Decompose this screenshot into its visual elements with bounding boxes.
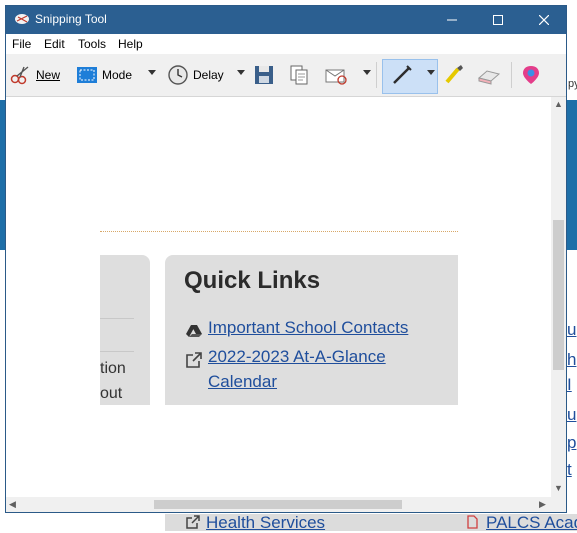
minimize-button[interactable]: [429, 6, 475, 34]
scroll-left-arrow-icon[interactable]: ◀: [9, 499, 16, 510]
send-dropdown-arrow[interactable]: [363, 70, 371, 75]
clock-icon: [168, 65, 188, 85]
minimize-icon: [447, 19, 457, 21]
scissors-icon: [10, 66, 29, 85]
toolbar-separator: [511, 62, 512, 88]
menu-bar: File Edit Tools Help: [6, 34, 566, 54]
card-rule: [100, 318, 134, 319]
pen-button[interactable]: [391, 62, 413, 88]
menu-edit[interactable]: Edit: [44, 37, 65, 51]
quick-link-calendar[interactable]: Calendar: [208, 372, 277, 392]
vertical-scroll-thumb[interactable]: [553, 220, 564, 370]
new-label: New: [36, 68, 61, 82]
mode-dropdown-arrow[interactable]: [148, 70, 156, 75]
snip-capture-area: tion out Quick Links Important School Co…: [6, 97, 551, 497]
pen-icon: [393, 65, 412, 84]
pdf-icon: [467, 515, 478, 529]
maximize-icon: [493, 15, 503, 25]
delay-label: Delay: [193, 68, 224, 82]
card-rule: [100, 351, 134, 352]
google-drive-icon: [186, 325, 202, 337]
copy-button[interactable]: [289, 62, 309, 88]
maximize-button[interactable]: [475, 6, 521, 34]
background-text-fragment: py: [568, 78, 577, 90]
toolbar: New Mode Delay: [6, 54, 566, 97]
divider-line: [100, 231, 458, 232]
menu-file[interactable]: File: [12, 37, 31, 51]
title-bar[interactable]: Snipping Tool: [6, 6, 566, 34]
highlighter-icon: [445, 65, 463, 84]
send-email-icon: [325, 69, 347, 85]
toolbar-separator: [376, 62, 377, 88]
window-title: Snipping Tool: [35, 12, 107, 26]
copy-icon: [290, 65, 308, 85]
highlighter-button[interactable]: [443, 62, 465, 88]
background-page-banner-right: [567, 100, 577, 250]
scroll-up-arrow-icon[interactable]: ▲: [554, 99, 563, 109]
new-snip-button[interactable]: New: [10, 62, 60, 88]
delay-button[interactable]: Delay: [167, 62, 224, 88]
paint-3d-icon: [523, 66, 539, 84]
menu-tools[interactable]: Tools: [78, 37, 106, 51]
card-text-line: out: [100, 385, 123, 402]
scroll-right-arrow-icon[interactable]: ▶: [539, 499, 546, 510]
save-icon: [255, 66, 273, 84]
close-button[interactable]: [521, 6, 567, 34]
background-link-health-services[interactable]: Health Services: [186, 513, 325, 533]
send-snip-button[interactable]: [324, 62, 348, 88]
close-icon: [539, 15, 549, 25]
snipping-tool-window: Snipping Tool File Edit Tools Help New M…: [5, 5, 567, 513]
save-button[interactable]: [254, 62, 274, 88]
external-link-icon: [186, 515, 200, 529]
background-link-palcs[interactable]: PALCS Acad: [466, 513, 577, 533]
quick-links-title: Quick Links: [184, 267, 321, 294]
vertical-scrollbar[interactable]: ▲ ▼: [551, 97, 566, 497]
scrollbar-corner: [551, 497, 566, 512]
horizontal-scroll-thumb[interactable]: [154, 500, 402, 509]
eraser-button[interactable]: [477, 62, 501, 88]
horizontal-scrollbar[interactable]: ◀ ▶: [6, 497, 551, 512]
paint-3d-button[interactable]: [521, 62, 541, 88]
eraser-icon: [477, 70, 501, 85]
external-link-icon: [186, 352, 202, 368]
quick-link-important-contacts[interactable]: Important School Contacts: [208, 318, 408, 338]
pen-dropdown-arrow[interactable]: [427, 70, 435, 75]
scroll-down-arrow-icon[interactable]: ▼: [554, 483, 563, 493]
mode-label: Mode: [102, 68, 133, 82]
scissors-app-icon: [15, 14, 29, 24]
delay-dropdown-arrow[interactable]: [237, 70, 245, 75]
left-info-card: tion out: [100, 255, 150, 405]
rectangle-snip-icon: [77, 67, 97, 83]
menu-help[interactable]: Help: [118, 37, 143, 51]
mode-button[interactable]: Mode: [76, 62, 132, 88]
quick-link-at-a-glance[interactable]: 2022-2023 At-A-Glance: [208, 347, 386, 367]
quick-links-card: Quick Links Important School Contacts 20…: [165, 255, 458, 405]
background-link-column: uhI upt: [567, 250, 577, 514]
card-text-line: tion: [100, 360, 126, 377]
